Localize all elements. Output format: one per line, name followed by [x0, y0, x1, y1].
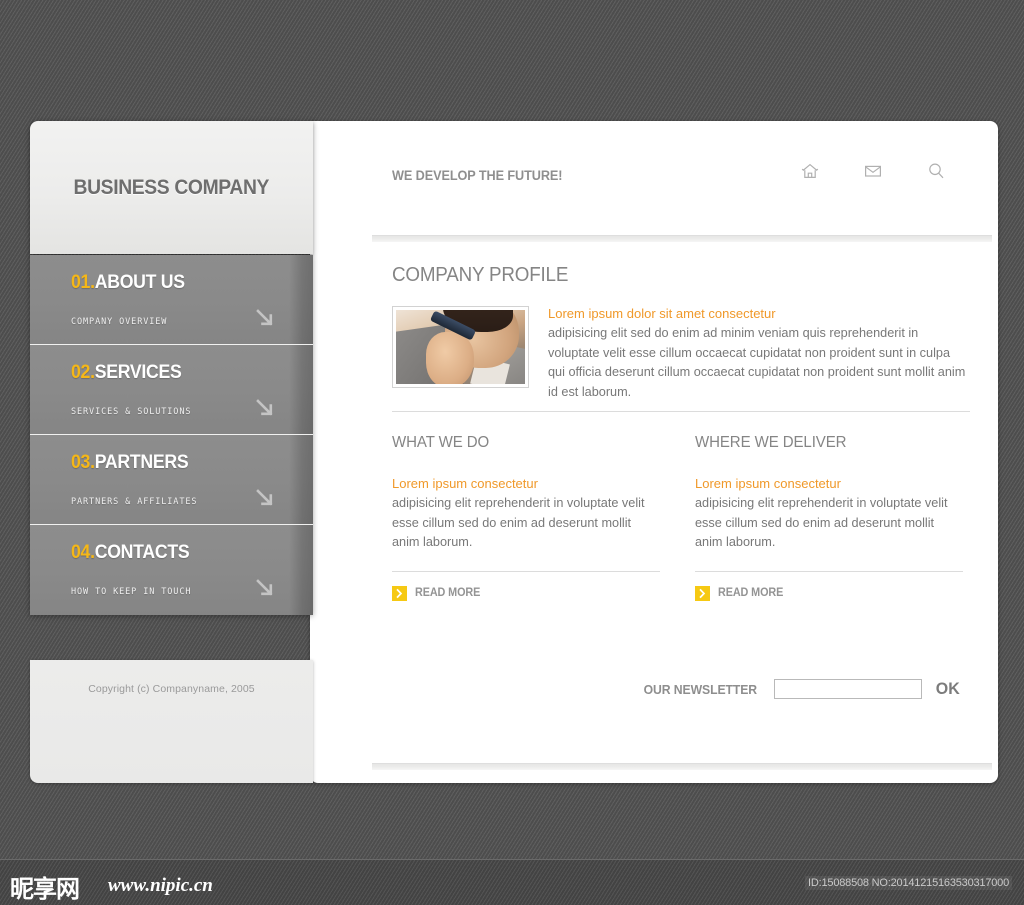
column-lede: Lorem ipsum consectetur [392, 476, 538, 491]
content-panel: WE DEVELOP THE FUTURE! COMPANY PROFILE L… [310, 121, 998, 783]
sidebar-item-label: CONTACTS [94, 542, 190, 563]
chevron-right-icon [392, 585, 407, 601]
copyright-text: Copyright (c) Companyname, 2005 [88, 683, 255, 695]
profile-body: adipisicing elit sed do enim ad minim ve… [548, 326, 966, 399]
sidebar-item-number: 03. [71, 452, 95, 473]
sidebar-item-subtitle: PARTNERS & AFFILIATES [71, 497, 198, 507]
chevron-right-icon [695, 585, 710, 601]
divider-column [392, 570, 660, 572]
sidebar-item-number: 04. [71, 542, 95, 563]
column-title: WHERE WE DELIVER [695, 434, 847, 451]
site-logo: BUSINESS COMPANY [73, 175, 270, 199]
sidebar-item-services[interactable]: 02.SERVICES SERVICES & SOLUTIONS [30, 345, 313, 435]
sidebar-item-title: 02.SERVICES [71, 362, 182, 384]
watermark-bar: 昵享网 www.nipic.cn ID:15088508 NO:20141215… [0, 859, 1024, 905]
sidebar-footer: Copyright (c) Companyname, 2005 [30, 660, 313, 783]
arrow-down-right-icon [254, 307, 276, 329]
page-card: WE DEVELOP THE FUTURE! COMPANY PROFILE L… [30, 121, 998, 783]
sidebar-item-title: 04.CONTACTS [71, 542, 190, 564]
column-where-we-deliver: WHERE WE DELIVER Lorem ipsum consectetur… [695, 434, 963, 601]
column-body: adipisicing elit reprehenderit in volupt… [695, 496, 948, 549]
sidebar-item-number: 01. [71, 272, 95, 293]
header-icon-group [800, 161, 946, 181]
page-title: COMPANY PROFILE [392, 264, 569, 286]
arrow-down-right-icon [254, 397, 276, 419]
read-more-link-what-we-do[interactable]: READ MORE [392, 585, 660, 601]
divider-top [372, 235, 992, 242]
read-more-label: READ MORE [718, 587, 784, 599]
sidebar-item-contacts[interactable]: 04.CONTACTS HOW TO KEEP IN TOUCH [30, 525, 313, 615]
read-more-label: READ MORE [415, 587, 481, 599]
sidebar-item-title: 01.ABOUT US [71, 272, 185, 294]
newsletter-submit-button[interactable]: OK [935, 679, 959, 699]
sidebar-nav: 01.ABOUT US COMPANY OVERVIEW 02.SERVICES… [30, 255, 313, 615]
sidebar-item-label: PARTNERS [94, 452, 189, 473]
sidebar-item-label: SERVICES [94, 362, 182, 383]
sidebar-item-title: 03.PARTNERS [71, 452, 189, 474]
divider-bottom [372, 763, 992, 770]
divider-profile [392, 411, 970, 412]
home-icon[interactable] [800, 161, 820, 181]
image-id-text: ID:15088508 NO:20141215163530317000 [805, 876, 1012, 890]
search-icon[interactable] [926, 161, 946, 181]
newsletter-form: OUR NEWSLETTER OK [640, 679, 960, 699]
top-bar: WE DEVELOP THE FUTURE! [310, 121, 998, 239]
sidebar-item-label: ABOUT US [94, 272, 185, 293]
nipic-logo: 昵享网 [10, 875, 80, 903]
read-more-link-where-we-deliver[interactable]: READ MORE [695, 585, 963, 601]
column-title: WHAT WE DO [392, 434, 490, 451]
arrow-down-right-icon [254, 577, 276, 599]
sidebar-item-subtitle: COMPANY OVERVIEW [71, 317, 168, 327]
sidebar-item-number: 02. [71, 362, 95, 383]
site-tagline: WE DEVELOP THE FUTURE! [392, 168, 563, 183]
sidebar-item-subtitle: HOW TO KEEP IN TOUCH [71, 587, 192, 597]
divider-column [695, 570, 963, 572]
profile-photo [392, 306, 529, 388]
profile-text-block: Lorem ipsum dolor sit amet consectetur a… [548, 304, 966, 402]
newsletter-label: OUR NEWSLETTER [643, 681, 758, 697]
sidebar-item-about-us[interactable]: 01.ABOUT US COMPANY OVERVIEW [30, 255, 313, 345]
profile-lede: Lorem ipsum dolor sit amet consectetur [548, 306, 776, 321]
column-body: adipisicing elit reprehenderit in volupt… [392, 496, 645, 549]
column-what-we-do: WHAT WE DO Lorem ipsum consectetur adipi… [392, 434, 660, 601]
column-lede: Lorem ipsum consectetur [695, 476, 841, 491]
sidebar: BUSINESS COMPANY 01.ABOUT US COMPANY OVE… [30, 121, 313, 660]
sidebar-item-partners[interactable]: 03.PARTNERS PARTNERS & AFFILIATES [30, 435, 313, 525]
mail-icon[interactable] [863, 161, 883, 181]
arrow-down-right-icon [254, 487, 276, 509]
newsletter-input[interactable] [773, 679, 922, 699]
sidebar-item-subtitle: SERVICES & SOLUTIONS [71, 407, 192, 417]
nipic-url: www.nipic.cn [108, 875, 213, 896]
logo-block[interactable]: BUSINESS COMPANY [30, 121, 313, 254]
